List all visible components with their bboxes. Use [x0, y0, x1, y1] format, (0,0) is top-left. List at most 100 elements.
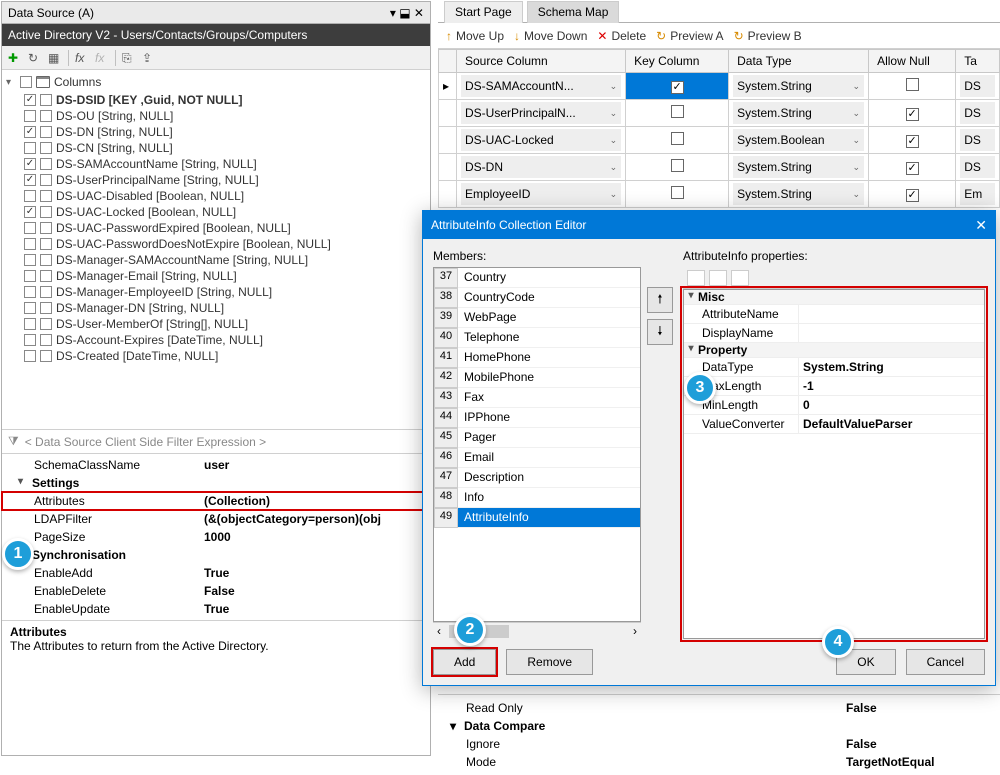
datatype-dropdown[interactable]: System.String⌄ [733, 102, 864, 124]
tree-item[interactable]: DS-Created [DateTime, NULL] [6, 348, 426, 364]
table-row[interactable]: DS-DN⌄ System.String⌄ DS [439, 154, 1000, 181]
tree-item[interactable]: DS-Account-Expires [DateTime, NULL] [6, 332, 426, 348]
tree-item[interactable]: DS-UserPrincipalName [String, NULL] [6, 172, 426, 188]
list-item[interactable]: 45Pager [434, 428, 640, 448]
tree-item[interactable]: DS-UAC-PasswordDoesNotExpire [Boolean, N… [6, 236, 426, 252]
columns-tree[interactable]: ▾ Columns DS-DSID [KEY ,Guid, NOT NULL]D… [2, 70, 430, 430]
prop-cat-sync[interactable]: ▾ Synchronisation [2, 546, 430, 564]
checkbox[interactable] [24, 206, 36, 218]
dialog-titlebar[interactable]: AttributeInfo Collection Editor ✕ [423, 211, 995, 239]
propgrid-pages-icon[interactable] [731, 270, 749, 286]
previewb-button[interactable]: ↻Preview B [734, 29, 802, 43]
list-item[interactable]: 43Fax [434, 388, 640, 408]
pg-cat-property[interactable]: ▾Property [684, 343, 984, 358]
lp-readonly[interactable]: Read Only False [438, 699, 1000, 717]
key-checkbox[interactable] [671, 159, 684, 172]
checkbox[interactable] [24, 142, 36, 154]
pg-minlength[interactable]: MinLength0 [684, 396, 984, 415]
checkbox[interactable] [24, 222, 36, 234]
prop-enabledelete[interactable]: EnableDelete False [2, 582, 430, 600]
fx-icon[interactable]: fx [75, 51, 89, 65]
list-item[interactable]: 41HomePhone [434, 348, 640, 368]
checkbox[interactable] [24, 286, 36, 298]
prop-enableupdate[interactable]: EnableUpdate True [2, 600, 430, 618]
categorized-icon[interactable] [687, 270, 705, 286]
caret-down-icon[interactable]: ▾ [6, 77, 16, 88]
checkbox[interactable] [20, 76, 32, 88]
lp-cat-compare[interactable]: ▾ Data Compare [438, 717, 1000, 735]
list-item[interactable]: 48Info [434, 488, 640, 508]
list-item[interactable]: 38CountryCode [434, 288, 640, 308]
key-checkbox[interactable] [671, 132, 684, 145]
checkbox[interactable] [24, 110, 36, 122]
key-checkbox[interactable] [671, 81, 684, 94]
checkbox[interactable] [24, 158, 36, 170]
pg-maxlength[interactable]: MaxLength-1 [684, 377, 984, 396]
alphabetical-icon[interactable] [709, 270, 727, 286]
source-dropdown[interactable]: DS-UAC-Locked⌄ [461, 129, 621, 151]
list-item[interactable]: 37Country [434, 268, 640, 288]
tab-schemamap[interactable]: Schema Map [527, 1, 620, 23]
checkbox[interactable] [24, 238, 36, 250]
col-datatype[interactable]: Data Type [729, 50, 869, 73]
tree-root[interactable]: ▾ Columns [6, 74, 426, 90]
tree-item[interactable]: DS-UAC-Disabled [Boolean, NULL] [6, 188, 426, 204]
moveup-button[interactable]: 🠕 [647, 287, 673, 313]
allownull-checkbox[interactable] [906, 162, 919, 175]
list-item[interactable]: 46Email [434, 448, 640, 468]
tree-item[interactable]: DS-OU [String, NULL] [6, 108, 426, 124]
tree-item[interactable]: DS-Manager-SAMAccountName [String, NULL] [6, 252, 426, 268]
movedown-button[interactable]: 🠗 [647, 319, 673, 345]
caret-down-icon[interactable]: ▾ [18, 476, 32, 490]
property-grid[interactable]: ▾Misc AttributeName DisplayName ▾Propert… [683, 289, 985, 639]
close-icon[interactable]: ✕ [975, 217, 987, 234]
source-dropdown[interactable]: DS-DN⌄ [461, 156, 621, 178]
allownull-checkbox[interactable] [906, 189, 919, 202]
checkbox[interactable] [24, 318, 36, 330]
tree-item[interactable]: DS-SAMAccountName [String, NULL] [6, 156, 426, 172]
moveup-button[interactable]: ↑Move Up [446, 29, 504, 43]
lp-ignore[interactable]: Ignore False [438, 735, 1000, 753]
copy-icon[interactable]: ⎘ [122, 51, 136, 65]
target-dropdown[interactable]: DS [960, 129, 995, 151]
checkbox[interactable] [24, 254, 36, 266]
target-dropdown[interactable]: Em [960, 183, 995, 205]
table-row[interactable]: EmployeeID⌄ System.String⌄ Em [439, 181, 1000, 208]
target-dropdown[interactable]: DS [960, 75, 995, 97]
refresh-icon[interactable]: ↻ [28, 51, 42, 65]
previewa-button[interactable]: ↻Preview A [656, 29, 723, 43]
pg-attributename[interactable]: AttributeName [684, 305, 984, 324]
checkbox[interactable] [24, 270, 36, 282]
tree-item[interactable]: DS-UAC-PasswordExpired [Boolean, NULL] [6, 220, 426, 236]
pg-valueconverter[interactable]: ValueConverterDefaultValueParser [684, 415, 984, 434]
add-button[interactable]: Add [433, 649, 496, 675]
datatype-dropdown[interactable]: System.Boolean⌄ [733, 129, 864, 151]
checkbox[interactable] [24, 302, 36, 314]
checkbox[interactable] [24, 350, 36, 362]
col-allownull[interactable]: Allow Null [869, 50, 956, 73]
checkbox[interactable] [24, 174, 36, 186]
prop-cat-settings[interactable]: ▾ Settings [2, 474, 430, 492]
grid-icon[interactable]: ▦ [48, 51, 62, 65]
target-dropdown[interactable]: DS [960, 156, 995, 178]
lp-mode[interactable]: Mode TargetNotEqual [438, 753, 1000, 771]
list-item[interactable]: 42MobilePhone [434, 368, 640, 388]
datatype-dropdown[interactable]: System.String⌄ [733, 75, 864, 97]
filter-row[interactable]: ⧩ < Data Source Client Side Filter Expre… [2, 430, 430, 454]
list-item[interactable]: 40Telephone [434, 328, 640, 348]
tree-item[interactable]: DS-Manager-Email [String, NULL] [6, 268, 426, 284]
tree-item[interactable]: DS-UAC-Locked [Boolean, NULL] [6, 204, 426, 220]
list-item[interactable]: 49AttributeInfo [434, 508, 640, 528]
checkbox[interactable] [24, 190, 36, 202]
allownull-checkbox[interactable] [906, 108, 919, 121]
col-key[interactable]: Key Column [626, 50, 729, 73]
pg-displayname[interactable]: DisplayName [684, 324, 984, 343]
checkbox[interactable] [24, 94, 36, 106]
prop-attributes[interactable]: Attributes (Collection) [2, 492, 430, 510]
members-list[interactable]: 37Country38CountryCode39WebPage40Telepho… [433, 267, 641, 622]
source-dropdown[interactable]: EmployeeID⌄ [461, 183, 621, 205]
prop-enableadd[interactable]: EnableAdd True [2, 564, 430, 582]
tree-item[interactable]: DS-DN [String, NULL] [6, 124, 426, 140]
schema-grid[interactable]: Source Column Key Column Data Type Allow… [438, 49, 1000, 208]
col-ta[interactable]: Ta [956, 50, 1000, 73]
